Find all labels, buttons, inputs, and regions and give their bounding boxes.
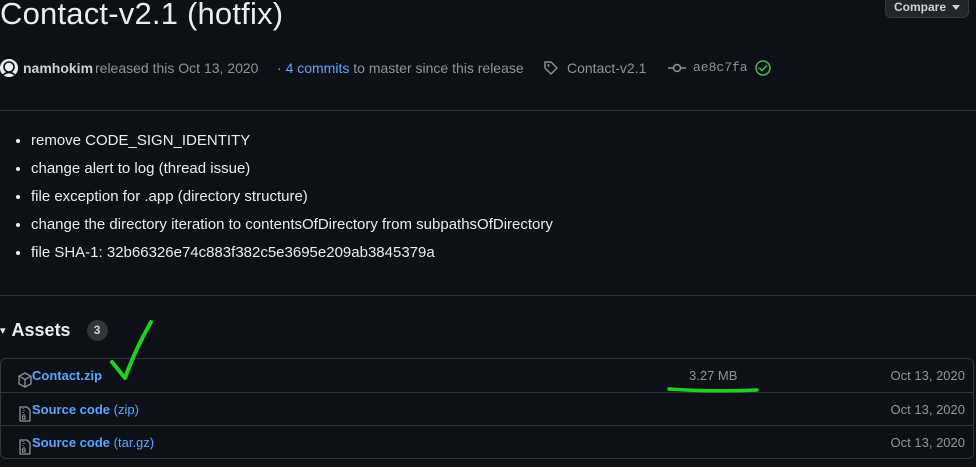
tag-icon [543, 60, 559, 81]
divider [0, 110, 976, 111]
compare-button[interactable]: Compare [885, 0, 969, 18]
asset-link[interactable]: Source code (tar.gz) [32, 426, 154, 459]
asset-name: Source code [32, 402, 111, 417]
assets-list: Contact.zip 3.27 MB Oct 13, 2020 Source … [0, 358, 974, 459]
asset-row: Source code (tar.gz) Oct 13, 2020 [1, 425, 973, 459]
chevron-down-icon [952, 0, 960, 14]
divider [0, 295, 976, 296]
caret-down-icon[interactable]: ▾ [0, 324, 6, 337]
release-title: Contact-v2.1 (hotfix) [0, 0, 284, 31]
asset-link[interactable]: Contact.zip [32, 359, 102, 392]
asset-name: Contact.zip [32, 368, 103, 383]
asset-name: Source code [32, 435, 111, 450]
release-meta: namhokim released this Oct 13, 2020 · 4 … [0, 58, 976, 80]
compare-button-label: Compare [893, 0, 946, 14]
assets-header[interactable]: ▾ Assets 3 [0, 317, 108, 343]
verified-check-icon[interactable] [755, 60, 771, 81]
asset-row: Contact.zip 3.27 MB Oct 13, 2020 [1, 359, 973, 392]
asset-format: (tar.gz) [113, 435, 155, 450]
asset-link[interactable]: Source code (zip) [32, 393, 139, 426]
list-item: file exception for .app (directory struc… [31, 183, 553, 211]
commits-link[interactable]: 4 commits [286, 60, 350, 76]
commits-separator: · [277, 60, 282, 76]
list-item: file SHA-1: 32b66326e74c883f382c5e3695e2… [31, 239, 553, 267]
commits-info: · 4 commits to master since this release [277, 58, 524, 78]
release-notes: remove CODE_SIGN_IDENTITY change alert t… [0, 127, 553, 267]
git-commit-icon [668, 60, 686, 81]
asset-date: Oct 13, 2020 [890, 435, 965, 450]
list-item: change the directory iteration to conten… [31, 211, 553, 239]
assets-title[interactable]: Assets [12, 320, 71, 341]
asset-date: Oct 13, 2020 [890, 368, 965, 383]
asset-size: 3.27 MB [689, 368, 738, 383]
tag-link[interactable]: Contact-v2.1 [567, 58, 646, 78]
package-icon [17, 367, 33, 388]
file-zip-icon [17, 401, 33, 422]
asset-row: Source code (zip) Oct 13, 2020 [1, 392, 973, 426]
commit-sha-link[interactable]: ae8c7fa [693, 58, 748, 78]
asset-format: (zip) [113, 402, 139, 417]
author-link[interactable]: namhokim [23, 58, 93, 78]
avatar[interactable] [0, 59, 18, 77]
file-zip-icon [17, 434, 33, 455]
commits-suffix: to master since this release [353, 60, 524, 76]
list-item: remove CODE_SIGN_IDENTITY [31, 127, 553, 155]
released-text: released this Oct 13, 2020 [95, 60, 259, 76]
list-item: change alert to log (thread issue) [31, 155, 553, 183]
asset-date: Oct 13, 2020 [890, 402, 965, 417]
assets-count-badge: 3 [86, 319, 108, 341]
